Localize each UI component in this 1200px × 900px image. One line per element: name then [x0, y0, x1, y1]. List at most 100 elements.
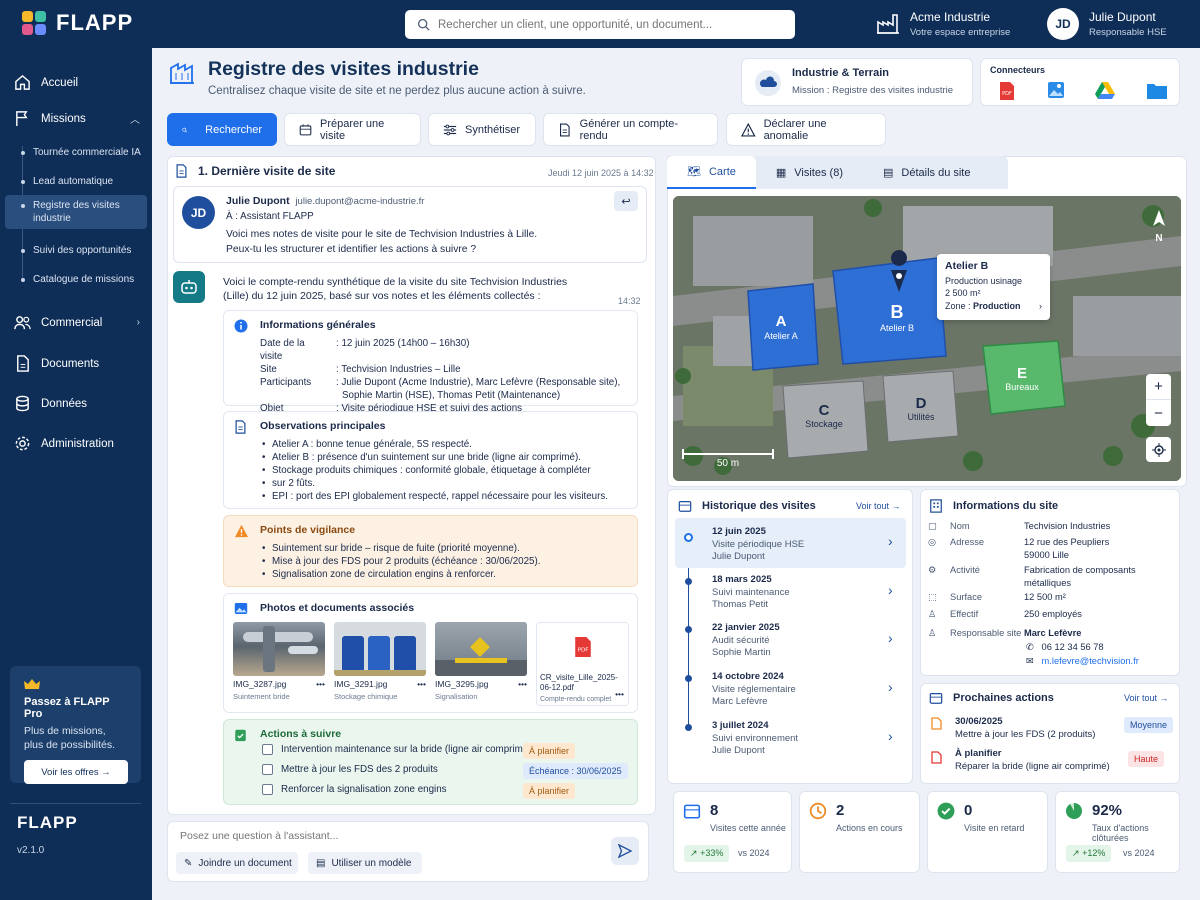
sidebar-item-missions[interactable]: Missions ︿ — [14, 110, 142, 127]
global-search[interactable] — [405, 10, 795, 39]
see-offers-button[interactable]: Voir les offres → — [24, 760, 128, 784]
action-item[interactable]: Mettre à jour les FDS des 2 produits — [262, 764, 438, 775]
pro-desc-2: plus de possibilités. — [24, 739, 116, 751]
search-input[interactable] — [438, 18, 778, 31]
chat-input[interactable] — [180, 830, 580, 842]
popup-line-2: 2 500 m² — [945, 288, 981, 298]
sidebar-subitem-tournee[interactable]: Tournée commerciale IA — [5, 142, 147, 163]
action-checkbox[interactable] — [262, 764, 273, 775]
sidebar-subitem-registre[interactable]: Registre des visites industrie — [5, 195, 147, 229]
document-red-icon — [931, 751, 942, 769]
manager-email[interactable]: ✉ m.lefevre@techvision.fr — [1026, 656, 1139, 667]
action-item[interactable]: Renforcer la signalisation zone engins — [262, 784, 447, 795]
send-button[interactable] — [611, 837, 639, 865]
history-see-all[interactable]: Voir tout → — [856, 501, 901, 511]
photo-caption: Stockage chimique — [334, 692, 398, 701]
stat-value: 0 — [964, 802, 973, 819]
user-menu[interactable]: JD Julie Dupont Responsable HSE — [1047, 8, 1167, 40]
image-icon[interactable] — [1047, 81, 1065, 99]
stat-vs: vs 2024 — [738, 848, 770, 858]
document-orange-icon — [931, 717, 942, 735]
folder-icon[interactable] — [1147, 82, 1167, 99]
photo-bride-image — [233, 622, 325, 676]
history-item[interactable]: 14 octobre 2024 Visite réglementaire Marc … — [712, 671, 892, 709]
stat-value: 8 — [710, 802, 719, 819]
user-message: JD Julie Dupont julie.dupont@acme-indust… — [173, 186, 647, 263]
sidebar-item-documents[interactable]: Documents — [14, 355, 142, 372]
timeline-dot — [685, 626, 692, 633]
pdf-thumbnail[interactable]: PDF CR_visite_Lille_2025-06-12.pdf Compt… — [536, 622, 629, 706]
photo-thumbnail[interactable]: IMG_3291.jpg ••• Stockage chimique — [334, 622, 426, 702]
action-item[interactable]: Intervention maintenance sur la bride (l… — [262, 744, 531, 755]
sidebar-subitem-catalogue[interactable]: Catalogue de missions — [5, 269, 147, 290]
history-item[interactable]: 18 mars 2025 Suivi maintenance Thomas Peti… — [712, 574, 892, 612]
tab-carte[interactable]: 🗺︎ Carte — [667, 156, 756, 189]
history-item[interactable]: 12 juin 2025 Visite périodique HSE Julie D… — [712, 526, 892, 564]
company-switcher[interactable]: Acme Industrie Votre espace entreprise — [876, 10, 1010, 38]
app-logo[interactable]: FLAPP — [22, 10, 133, 36]
mission-context-card[interactable]: Industrie & Terrain Mission : Registre d… — [741, 58, 973, 106]
report-anomaly-button[interactable]: Déclarer une anomalie — [726, 113, 886, 146]
sidebar-item-administration[interactable]: Administration — [14, 435, 142, 452]
history-title: Historique des visites — [702, 500, 816, 512]
attach-document-button[interactable]: ✎ Joindre un document — [176, 852, 298, 874]
prepare-visit-button[interactable]: Préparer une visite — [284, 113, 421, 146]
photo-thumbnail[interactable]: IMG_3295.jpg ••• Signalisation — [435, 622, 527, 702]
site-map[interactable]: A Atelier A B Atelier B C Stockage D Uti… — [673, 196, 1181, 481]
next-action-item[interactable]: 30/06/2025 Mettre à jour les FDS (2 produ… — [955, 715, 1095, 741]
action-checkbox[interactable] — [262, 744, 273, 755]
warning-icon — [234, 524, 249, 538]
history-item[interactable]: 22 janvier 2025 Audit sécurité Sophie Mart… — [712, 622, 892, 660]
chevron-right-icon[interactable]: › — [888, 533, 893, 549]
sidebar-item-commercial[interactable]: Commercial › — [14, 314, 142, 331]
building-a-letter: A — [776, 313, 787, 330]
chevron-right-icon[interactable]: › — [888, 728, 893, 744]
sidebar-item-accueil[interactable]: Accueil — [14, 74, 142, 91]
sidebar-item-donnees[interactable]: Données — [14, 395, 142, 412]
search-button[interactable]: Rechercher — [167, 113, 277, 146]
action-checkbox[interactable] — [262, 784, 273, 795]
history-person: Marc Lefèvre — [712, 696, 768, 707]
more-icon[interactable]: ••• — [518, 679, 527, 689]
building-b-letter: B — [891, 302, 904, 322]
next-action-item[interactable]: À planifier Réparer la bride (ligne air c… — [955, 747, 1110, 773]
manager-phone[interactable]: ✆ 06 12 34 56 78 — [1026, 642, 1104, 653]
next-actions-see-all[interactable]: Voir tout → — [1124, 693, 1169, 703]
page-header: Registre des visites industrie Centralis… — [168, 58, 586, 97]
tab-details[interactable]: ▤ Détails du site — [863, 156, 991, 189]
building-c-name: Stockage — [805, 419, 843, 429]
history-type: Visite périodique HSE — [712, 538, 805, 550]
sidebar-subitem-suivi[interactable]: Suivi des opportunités — [5, 240, 147, 261]
reply-button[interactable]: ↩ — [614, 191, 638, 211]
sidebar-subitem-lead[interactable]: Lead automatique — [5, 171, 147, 192]
more-icon[interactable]: ••• — [615, 689, 624, 699]
search-icon — [417, 18, 430, 31]
zoom-out-button[interactable]: − — [1146, 400, 1171, 426]
more-icon[interactable]: ••• — [417, 679, 426, 689]
history-type: Suivi maintenance — [712, 586, 790, 598]
timeline-dot — [685, 578, 692, 585]
more-icon[interactable]: ••• — [316, 679, 325, 689]
page-subtitle: Centralisez chaque visite de site et ne … — [208, 85, 586, 97]
actions-title: Actions à suivre — [260, 728, 342, 740]
attach-label: Joindre un document — [198, 857, 292, 869]
factory-icon — [877, 14, 899, 34]
tab-visites[interactable]: ▦ Visites (8) — [756, 156, 863, 189]
google-drive-icon[interactable] — [1095, 82, 1115, 99]
zoom-in-button[interactable]: + — [1146, 374, 1171, 400]
photo-thumbnail[interactable]: IMG_3287.jpg ••• Suintement bride — [233, 622, 325, 702]
locate-button[interactable] — [1146, 437, 1171, 462]
tab-label: Carte — [708, 165, 736, 178]
building-popup[interactable]: Atelier B Production usinage 2 500 m² Zo… — [937, 254, 1050, 320]
chevron-right-icon[interactable]: › — [888, 679, 893, 695]
generate-report-button[interactable]: Générer un compte-rendu — [543, 113, 718, 146]
chevron-right-icon[interactable]: › — [888, 582, 893, 598]
use-template-button[interactable]: ▤ Utiliser un modèle — [308, 852, 422, 874]
pdf-icon[interactable]: PDF — [998, 81, 1016, 101]
info-row: Participants: Julie Dupont (Acme Industr… — [260, 376, 627, 389]
synthesize-button[interactable]: Synthétiser — [428, 113, 536, 146]
history-item[interactable]: 3 juillet 2024 Suivi environnement Julie D… — [712, 720, 892, 758]
info-value: Sophie Martin (HSE), Thomas Petit (Maint… — [342, 390, 561, 401]
chevron-right-icon[interactable]: › — [888, 630, 893, 646]
info-key: Adresse — [950, 537, 985, 547]
